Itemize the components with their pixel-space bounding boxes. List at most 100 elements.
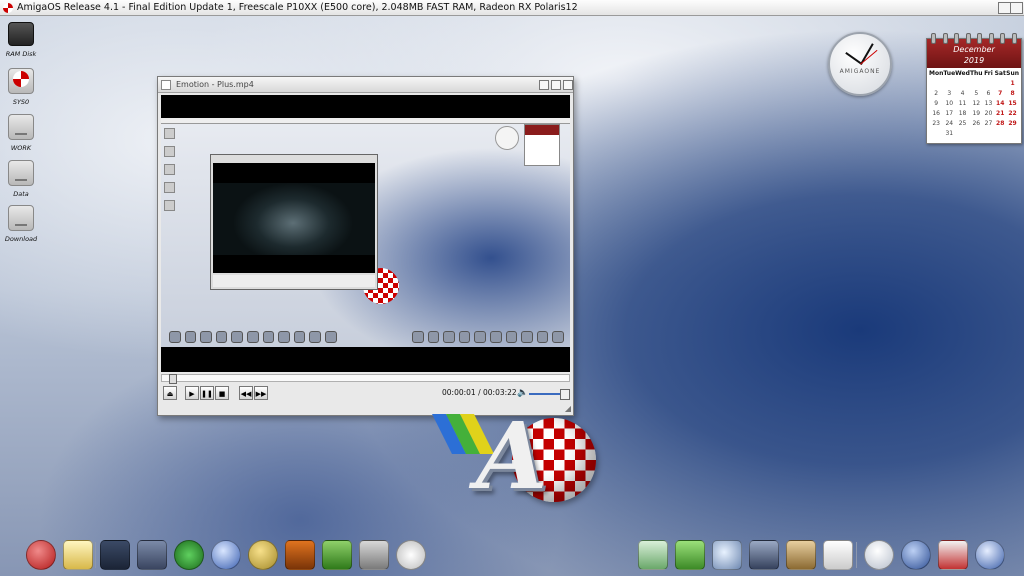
dock-separator bbox=[856, 542, 857, 568]
calendar-year: 2019 bbox=[963, 56, 985, 65]
rewind-button[interactable]: ◀◀ bbox=[239, 386, 253, 400]
camera-icon[interactable] bbox=[359, 540, 389, 570]
calendar-day[interactable]: 14 bbox=[994, 100, 1006, 107]
calendar-day[interactable]: 5 bbox=[970, 90, 983, 97]
calendar-day[interactable]: 3 bbox=[943, 90, 955, 97]
clock-brand: AMIGAONE bbox=[839, 68, 881, 75]
navigation-icon[interactable] bbox=[975, 540, 1005, 570]
calendar-day[interactable]: 4 bbox=[955, 90, 970, 97]
calendar-day[interactable]: 31 bbox=[943, 130, 955, 137]
pdf-icon[interactable] bbox=[823, 540, 853, 570]
speaker-icon[interactable]: 🔈 bbox=[517, 388, 528, 398]
notepad-icon[interactable] bbox=[322, 540, 352, 570]
archive-icon[interactable] bbox=[786, 540, 816, 570]
forward-button[interactable]: ▶▶ bbox=[254, 386, 268, 400]
ibrowse-icon[interactable] bbox=[248, 540, 278, 570]
calendar-day[interactable]: 25 bbox=[955, 120, 970, 127]
calendar-day[interactable]: 9 bbox=[929, 100, 943, 107]
video-frame-player bbox=[210, 154, 378, 290]
window-title-bar[interactable]: Emotion - Plus.mp4 bbox=[158, 77, 573, 93]
calendar-day[interactable]: 15 bbox=[1006, 100, 1019, 107]
boing-icon[interactable] bbox=[3, 3, 13, 13]
calendar-month: December bbox=[953, 45, 995, 54]
calendar-weekday: Wed bbox=[955, 70, 970, 77]
video-area[interactable] bbox=[161, 95, 570, 372]
calendar-day[interactable]: 8 bbox=[1006, 90, 1019, 97]
video-frame-dock bbox=[169, 331, 565, 343]
calendar-day[interactable]: 29 bbox=[1006, 120, 1019, 127]
install-icon[interactable] bbox=[638, 540, 668, 570]
iconify-icon[interactable] bbox=[539, 80, 549, 90]
harddisk-icon bbox=[8, 114, 34, 140]
monitor-icon[interactable] bbox=[137, 540, 167, 570]
calendar-day[interactable]: 19 bbox=[970, 110, 983, 117]
calendar-day bbox=[955, 130, 970, 137]
prefs-icon[interactable] bbox=[63, 540, 93, 570]
eject-button[interactable]: ⏏ bbox=[163, 386, 177, 400]
screenmode-icon[interactable] bbox=[100, 540, 130, 570]
hour-hand bbox=[845, 52, 862, 64]
shutdown-icon[interactable] bbox=[901, 540, 931, 570]
total-time: 00:03:22 bbox=[483, 388, 517, 397]
depth-icon[interactable] bbox=[563, 80, 573, 90]
globe-icon[interactable] bbox=[211, 540, 241, 570]
calendar-day[interactable]: 21 bbox=[994, 110, 1006, 117]
calendar-day bbox=[929, 130, 943, 137]
calendar-day[interactable]: 24 bbox=[943, 120, 955, 127]
calendar-widget[interactable]: December 2019 Mon Tue Wed Thu Fri Sat Sun 1 2 3 4 5… bbox=[926, 33, 1022, 144]
seek-bar[interactable] bbox=[161, 374, 570, 384]
calendar-grid: Mon Tue Wed Thu Fri Sat Sun 1 2 3 4 5 6 7 8 9 10 11 12 13 14… bbox=[927, 68, 1021, 139]
desktop-icon-sys0[interactable]: SYS0 bbox=[4, 68, 38, 106]
editor-icon[interactable] bbox=[675, 540, 705, 570]
calendar-day[interactable]: 16 bbox=[929, 110, 943, 117]
video-icon[interactable] bbox=[285, 540, 315, 570]
seek-knob[interactable] bbox=[168, 374, 177, 384]
calendar-day[interactable]: 18 bbox=[955, 110, 970, 117]
calendar-day[interactable]: 2 bbox=[929, 90, 943, 97]
desktop-icon-data[interactable]: Data bbox=[4, 160, 38, 198]
zoom-icon[interactable] bbox=[551, 80, 561, 90]
calendar-day[interactable]: 11 bbox=[955, 100, 970, 107]
calendar-weekday: Thu bbox=[969, 70, 983, 77]
calendar-day[interactable]: 26 bbox=[970, 120, 983, 127]
shell-icon[interactable] bbox=[749, 540, 779, 570]
close-icon[interactable] bbox=[161, 80, 171, 90]
clock-widget[interactable]: AMIGAONE bbox=[828, 32, 892, 96]
boing-icon[interactable] bbox=[26, 540, 56, 570]
calendar-day[interactable]: 13 bbox=[983, 100, 995, 107]
calendar-day[interactable]: 17 bbox=[943, 110, 955, 117]
screen-cycle-icon[interactable] bbox=[1010, 2, 1023, 14]
download-icon[interactable] bbox=[174, 540, 204, 570]
stop-button[interactable]: ■ bbox=[215, 386, 229, 400]
calendar-weekday: Tue bbox=[943, 70, 956, 77]
pause-button[interactable]: ❚❚ bbox=[200, 386, 214, 400]
search-icon[interactable] bbox=[712, 540, 742, 570]
desktop-icon-work[interactable]: WORK bbox=[4, 114, 38, 152]
video-frame-clock bbox=[495, 126, 519, 150]
calendar-day[interactable]: 7 bbox=[994, 90, 1006, 97]
desktop-icon-ram-disk[interactable]: RAM Disk bbox=[4, 22, 38, 58]
time-display: 00:00:01 / 00:03:22 bbox=[442, 388, 517, 397]
calendar-day[interactable]: 22 bbox=[1006, 110, 1019, 117]
media-player-window[interactable]: Emotion - Plus.mp4 ⏏ ▶ ❚❚ ■ ◀◀ ▶▶ 00:00:… bbox=[157, 76, 574, 416]
calendar-day[interactable]: 10 bbox=[943, 100, 955, 107]
calendar-day[interactable]: 6 bbox=[983, 90, 995, 97]
calendar-day[interactable]: 27 bbox=[983, 120, 995, 127]
volume-knob[interactable] bbox=[559, 389, 570, 400]
desktop-icon-download[interactable]: Download bbox=[4, 205, 38, 243]
video-frame-calendar bbox=[524, 124, 560, 166]
calendar-day[interactable]: 20 bbox=[983, 110, 995, 117]
calendar-day bbox=[955, 80, 970, 87]
calendar-weekday: Sun bbox=[1006, 70, 1019, 77]
play-button[interactable]: ▶ bbox=[185, 386, 199, 400]
calendar-day[interactable]: 12 bbox=[970, 100, 983, 107]
calendar-day[interactable]: 1 bbox=[1006, 80, 1019, 87]
gift-icon[interactable] bbox=[938, 540, 968, 570]
clock-icon[interactable] bbox=[396, 540, 426, 570]
calendar-day[interactable]: 23 bbox=[929, 120, 943, 127]
resize-handle-icon[interactable]: ◢ bbox=[565, 404, 571, 413]
calendar-day[interactable]: 28 bbox=[994, 120, 1006, 127]
lightbulb-icon[interactable] bbox=[864, 540, 894, 570]
amiga-a-logo: A bbox=[476, 402, 548, 510]
calendar-day bbox=[1006, 130, 1019, 137]
